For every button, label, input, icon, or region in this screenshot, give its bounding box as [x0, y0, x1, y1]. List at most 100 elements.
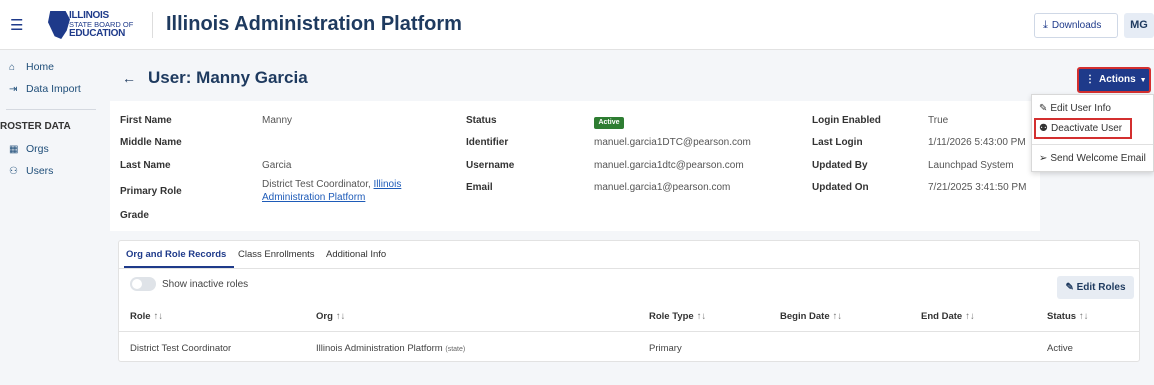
downloads-button[interactable]: ⤓ Downloads — [1034, 13, 1118, 38]
sidebar-item-home[interactable]: ⌂ Home — [9, 61, 54, 73]
deactivate-user-highlight — [1034, 118, 1132, 139]
logo-line3: EDUCATION — [69, 28, 126, 39]
page-title: User: Manny Garcia — [148, 68, 308, 87]
edit-roles-button[interactable]: ✎ Edit Roles — [1057, 276, 1134, 299]
column-role-type-label: Role Type — [649, 311, 694, 322]
menu-item-send-welcome-email[interactable]: ➢ Send Welcome Email — [1031, 153, 1154, 164]
status-badge: Active — [594, 117, 624, 129]
pencil-icon: ✎ — [1065, 282, 1077, 293]
column-role-label: Role — [130, 311, 151, 322]
username-value: manuel.garcia1dtc@pearson.com — [594, 160, 744, 171]
actions-button[interactable]: ⋮ Actions ▼ — [1077, 67, 1151, 93]
cell-org-name: Illinois Administration Platform — [316, 343, 443, 354]
user-details-panel — [110, 101, 1040, 231]
email-value: manuel.garcia1@pearson.com — [594, 182, 731, 193]
sidebar-item-users[interactable]: ⚇ Users — [9, 165, 53, 177]
username-label: Username — [466, 160, 515, 171]
column-org-label: Org — [316, 311, 333, 322]
primary-role-value: District Test Coordinator, Illinois Admi… — [262, 178, 422, 204]
login-enabled-label: Login Enabled — [812, 115, 881, 126]
logo-divider — [152, 12, 153, 38]
primary-role-text: District Test Coordinator, — [262, 179, 374, 190]
sidebar-home-label: Home — [26, 61, 55, 73]
tabs-divider — [118, 268, 1140, 269]
tab-org-and-role-records[interactable]: Org and Role Records — [126, 249, 226, 260]
cell-org-suffix: (state) — [445, 346, 466, 353]
table-header-divider — [118, 331, 1140, 332]
top-bar: ☰ ILLINOIS STATE BOARD OF EDUCATION Illi… — [0, 0, 1154, 50]
back-arrow-icon[interactable]: ← — [122, 70, 136, 86]
isbe-logo: ILLINOIS STATE BOARD OF EDUCATION — [48, 10, 156, 40]
import-icon: ⇥ — [9, 84, 18, 95]
sidebar-data-import-label: Data Import — [26, 83, 81, 95]
edit-roles-label: Edit Roles — [1076, 282, 1126, 293]
column-begin-date-label: Begin Date — [780, 311, 830, 322]
home-icon: ⌂ — [9, 62, 16, 73]
updated-by-label: Updated By — [812, 160, 868, 171]
caret-down-icon: ▼ — [1139, 77, 1147, 84]
updated-by-value: Launchpad System — [928, 160, 1014, 171]
user-avatar[interactable]: MG — [1124, 13, 1154, 38]
sidebar-item-orgs[interactable]: ▦ Orgs — [9, 143, 49, 155]
cell-org: Illinois Administration Platform (state) — [316, 343, 465, 354]
cell-status: Active — [1047, 343, 1073, 354]
sort-icon: ↑↓ — [965, 311, 975, 322]
updated-on-value: 7/21/2025 3:41:50 PM — [928, 182, 1027, 193]
middle-name-label: Middle Name — [120, 137, 182, 148]
sort-icon: ↑↓ — [335, 311, 346, 322]
sort-icon: ↑↓ — [153, 311, 164, 322]
column-header-role[interactable]: Role ↑↓ — [130, 311, 163, 322]
building-icon: ▦ — [9, 144, 19, 155]
first-name-label: First Name — [120, 115, 172, 126]
status-label: Status — [466, 115, 497, 126]
sort-icon: ↑↓ — [1079, 311, 1089, 322]
login-enabled-value: True — [928, 115, 949, 126]
last-login-label: Last Login — [812, 137, 863, 148]
sidebar-item-data-import[interactable]: ⇥ Data Import — [9, 83, 81, 95]
pencil-icon: ✎ — [1039, 103, 1048, 114]
last-name-label: Last Name — [120, 160, 171, 171]
sort-icon: ↑↓ — [832, 311, 843, 322]
column-header-status[interactable]: Status ↑↓ — [1047, 311, 1089, 322]
primary-role-label: Primary Role — [120, 186, 182, 197]
edit-user-info-label: Edit User Info — [1050, 103, 1111, 114]
toggle-knob — [132, 279, 142, 289]
app-title: Illinois Administration Platform — [166, 13, 462, 35]
identifier-label: Identifier — [466, 137, 509, 148]
email-label: Email — [466, 182, 493, 193]
sort-icon: ↑↓ — [696, 311, 707, 322]
cell-role: District Test Coordinator — [130, 343, 232, 354]
column-status-label: Status — [1047, 311, 1077, 322]
hamburger-menu-icon[interactable]: ☰ — [10, 16, 30, 34]
kebab-icon: ⋮ — [1085, 74, 1095, 85]
downloads-label: Downloads — [1051, 20, 1102, 31]
identifier-value: manuel.garcia1DTC@pearson.com — [594, 137, 751, 148]
column-header-org[interactable]: Org ↑↓ — [316, 311, 345, 322]
last-login-value: 1/11/2026 5:43:00 PM — [928, 137, 1026, 148]
sidebar-section-roster-data: ROSTER DATA — [0, 121, 71, 132]
column-end-date-label: End Date — [921, 311, 963, 322]
last-name-value: Garcia — [262, 160, 292, 171]
tab-additional-info[interactable]: Additional Info — [326, 249, 386, 260]
updated-on-label: Updated On — [812, 182, 869, 193]
column-header-begin-date[interactable]: Begin Date ↑↓ — [780, 311, 842, 322]
menu-item-edit-user-info[interactable]: ✎ Edit User Info — [1031, 103, 1154, 114]
download-icon: ⤓ — [1043, 19, 1048, 31]
column-header-role-type[interactable]: Role Type ↑↓ — [649, 311, 706, 322]
users-icon: ⚇ — [9, 166, 18, 177]
show-inactive-roles-toggle[interactable] — [130, 277, 156, 291]
first-name-value: Manny — [262, 115, 293, 126]
grade-label: Grade — [120, 210, 149, 221]
sidebar — [0, 50, 102, 385]
sidebar-orgs-label: Orgs — [26, 143, 49, 155]
sidebar-users-label: Users — [26, 165, 54, 177]
show-inactive-roles-label: Show inactive roles — [162, 279, 249, 290]
column-header-end-date[interactable]: End Date ↑↓ — [921, 311, 975, 322]
sidebar-divider — [6, 109, 96, 110]
send-icon: ➢ — [1039, 153, 1048, 164]
actions-label: Actions — [1099, 74, 1136, 85]
menu-divider — [1032, 144, 1153, 145]
cell-role-type: Primary — [649, 343, 682, 354]
tab-class-enrollments[interactable]: Class Enrollments — [238, 249, 315, 260]
send-welcome-email-label: Send Welcome Email — [1050, 153, 1146, 164]
